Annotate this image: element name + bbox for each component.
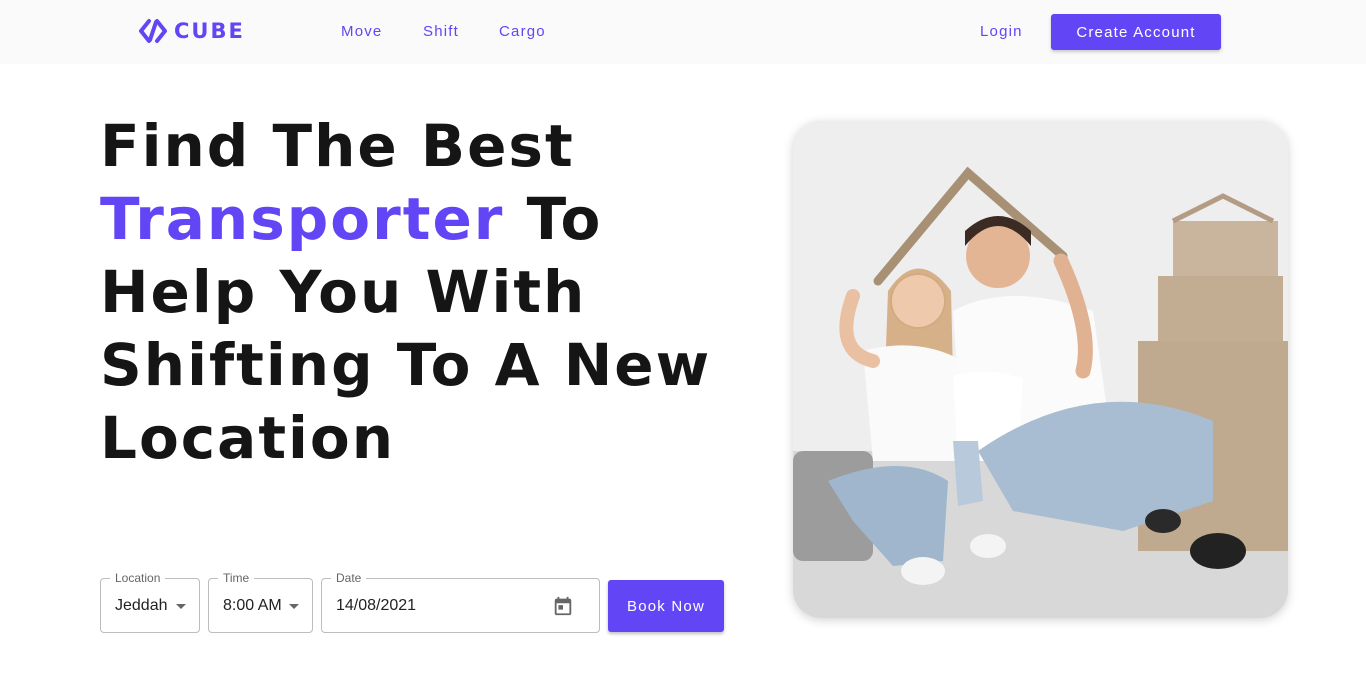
login-link[interactable]: Login	[980, 23, 1023, 40]
hero-line-1: Find The Best	[100, 112, 575, 180]
time-value: 8:00 AM	[223, 597, 282, 614]
nav-link-cargo[interactable]: Cargo	[499, 23, 546, 40]
create-account-button[interactable]: Create Account	[1051, 14, 1221, 50]
date-field[interactable]: Date 14/08/2021	[321, 571, 600, 633]
code-logo-icon	[139, 19, 167, 43]
date-label: Date	[331, 571, 367, 585]
hero-headline: Find The Best Transporter To Help You Wi…	[100, 110, 760, 475]
chevron-down-icon	[289, 604, 299, 609]
location-select[interactable]: Location Jeddah	[100, 571, 200, 633]
date-value: 14/08/2021	[336, 597, 417, 614]
hero-line-2-rest: To	[504, 185, 603, 253]
book-now-button[interactable]: Book Now	[608, 580, 724, 632]
location-label: Location	[110, 571, 166, 585]
location-value: Jeddah	[115, 597, 168, 614]
hero-accent-word: Transporter	[100, 185, 505, 253]
hero-line-3: Help You With	[100, 258, 587, 326]
nav-link-move[interactable]: Move	[341, 23, 382, 40]
hero-line-5: Location	[100, 404, 396, 472]
brand-name: CUBE	[174, 19, 245, 43]
calendar-icon[interactable]	[552, 595, 574, 617]
family-photo-illustration	[793, 121, 1288, 618]
hero-line-4: Shifting To A New	[100, 331, 712, 399]
time-select[interactable]: Time 8:00 AM	[208, 571, 313, 633]
time-label: Time	[218, 571, 255, 585]
chevron-down-icon	[176, 604, 186, 609]
family-moving-photo	[793, 121, 1288, 618]
navbar: CUBE Move Shift Cargo Login Create Accou…	[0, 0, 1366, 64]
nav-link-shift[interactable]: Shift	[423, 23, 459, 40]
brand-logo[interactable]: CUBE	[138, 18, 245, 44]
